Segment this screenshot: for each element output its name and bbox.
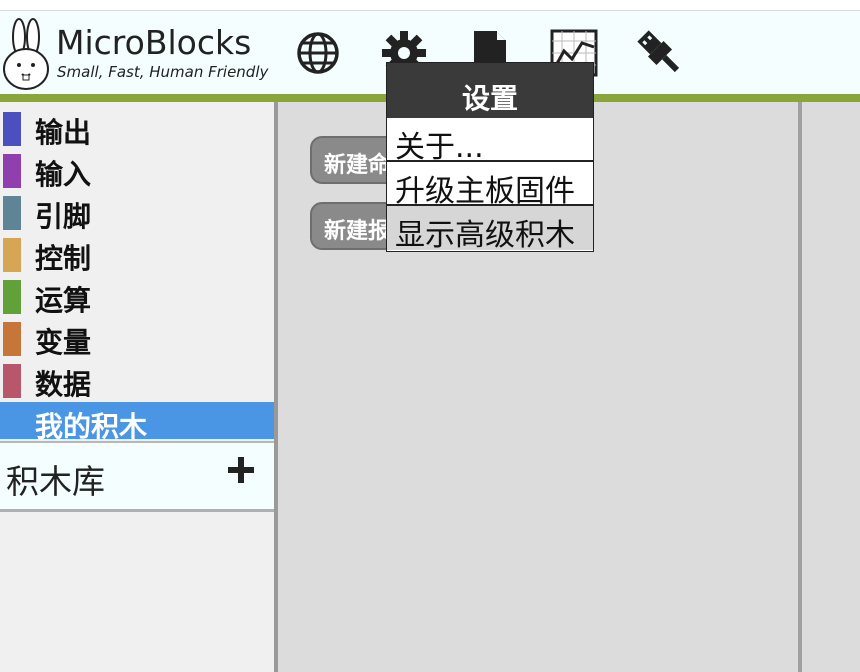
category-input[interactable]: 输入: [0, 150, 274, 191]
category-label: 输出: [35, 116, 92, 149]
category-pins[interactable]: 引脚: [0, 192, 274, 233]
menu-item-about[interactable]: 关于...: [387, 118, 593, 165]
add-library-plus-icon[interactable]: [226, 455, 256, 485]
category-color-swatch: [3, 364, 21, 398]
globe-icon[interactable]: [294, 29, 342, 77]
settings-menu: 设置 关于... 升级主板固件 显示高级积木: [386, 62, 594, 253]
library-row: 积木库: [0, 441, 274, 512]
category-color-swatch: [3, 112, 21, 146]
category-label: 我的积木: [35, 410, 148, 443]
settings-menu-title: 设置: [461, 82, 518, 115]
category-label: 控制: [35, 242, 92, 275]
category-color-swatch: [3, 196, 21, 230]
right-pane: [802, 102, 860, 672]
category-color-swatch: [3, 322, 21, 356]
category-color-swatch: [3, 154, 21, 188]
app-tagline: Small, Fast, Human Friendly: [57, 63, 269, 81]
category-label: 引脚: [35, 200, 92, 233]
category-data[interactable]: 数据: [0, 360, 274, 401]
usb-plug-icon[interactable]: [636, 29, 684, 77]
bunny-logo-icon: [3, 18, 49, 90]
category-label: 运算: [35, 284, 92, 317]
category-palette: 输出 输入 引脚 控制 运算 变量 数据 我的积木 积木库: [0, 102, 274, 672]
category-control[interactable]: 控制: [0, 234, 274, 275]
category-color-swatch: [3, 280, 21, 314]
menu-item-label: 显示高级积木: [395, 218, 575, 253]
settings-menu-header: 设置: [387, 63, 593, 118]
category-color-swatch: [3, 238, 21, 272]
category-label: 变量: [35, 326, 92, 359]
category-label: 输入: [35, 158, 92, 191]
app-title: MicroBlocks: [56, 23, 252, 62]
category-output[interactable]: 输出: [0, 108, 274, 149]
category-variables[interactable]: 变量: [0, 318, 274, 359]
menu-item-update-firmware[interactable]: 升级主板固件: [387, 162, 593, 209]
menu-item-label: 关于...: [395, 130, 484, 165]
library-label: 积木库: [6, 462, 105, 501]
menu-item-show-advanced-blocks[interactable]: 显示高级积木: [387, 206, 593, 253]
menu-item-label: 升级主板固件: [395, 174, 575, 209]
category-my-blocks[interactable]: 我的积木: [0, 402, 274, 443]
category-operators[interactable]: 运算: [0, 276, 274, 317]
category-label: 数据: [35, 368, 92, 401]
